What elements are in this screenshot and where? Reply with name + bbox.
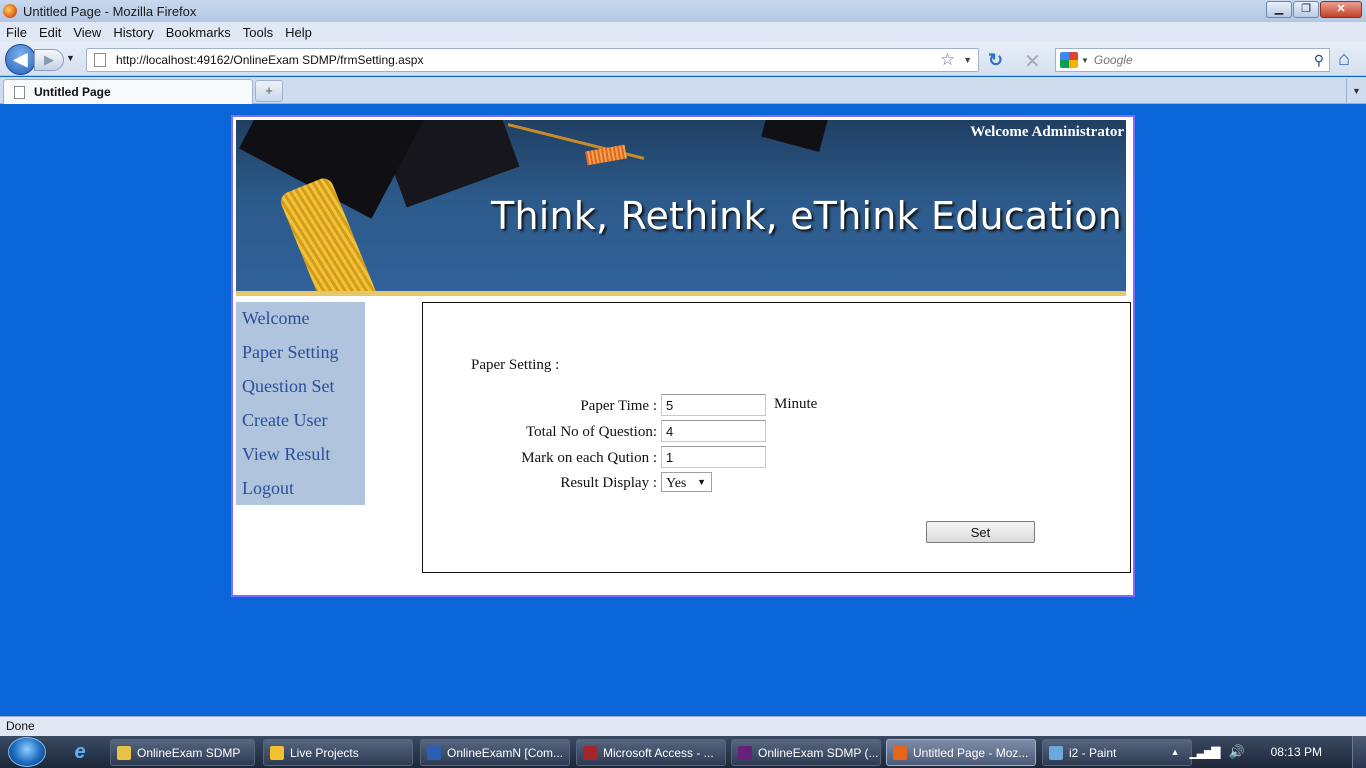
tab-untitled-page[interactable]: Untitled Page [3,79,253,104]
access-icon [583,745,597,760]
window-controls: ▁ ❐ ✕ [1266,1,1362,18]
forward-button[interactable]: ▶ [34,49,64,71]
total-questions-label: Total No of Question: [525,424,657,440]
menu-link-view-result[interactable]: View Result [236,444,365,478]
taskbar-item-label: Microsoft Access - ... [603,745,714,760]
menu-history[interactable]: History [113,25,153,40]
taskbar-item[interactable]: i2 - Paint [1042,739,1192,766]
page-icon [14,85,25,99]
list-all-tabs-icon[interactable]: ▼ [1346,79,1366,103]
status-bar: Done [0,716,1366,736]
page-container: Welcome Administrator Think, Rethink, eT… [231,115,1135,597]
minimize-button[interactable]: ▁ [1266,1,1292,18]
stop-icon[interactable]: ✕ [1024,49,1041,74]
tab-label: Untitled Page [34,85,111,99]
menu-link-logout[interactable]: Logout [236,478,365,512]
banner-divider [236,291,1126,296]
result-display-value: Yes [666,476,687,491]
page-icon [94,53,106,67]
result-display-select[interactable]: Yes ▼ [661,472,712,492]
section-title: Paper Setting : [471,357,560,373]
paper-setting-panel: Paper Setting : Paper Time : Minute Tota… [422,302,1131,573]
firefox-icon [893,745,907,760]
welcome-user-text: Welcome Administrator [970,124,1124,140]
navigation-toolbar: ◀ ▶ ▼ http://localhost:49162/OnlineExam … [0,42,1366,76]
show-desktop-button[interactable] [1352,736,1366,768]
url-dropdown-icon[interactable]: ▼ [963,55,972,65]
show-hidden-icons-icon[interactable]: ▲ [1171,747,1180,757]
result-display-label: Result Display : [560,475,657,491]
taskbar-item[interactable]: Untitled Page - Moz... [886,739,1036,766]
paper-time-label: Paper Time : [580,398,657,414]
word-icon [427,745,441,760]
taskbar-item-label: i2 - Paint [1069,745,1117,760]
taskbar-item[interactable]: Live Projects [263,739,413,766]
taskbar-item[interactable]: OnlineExam SDMP (... [731,739,881,766]
clock[interactable]: 08:13 PM [1271,745,1322,759]
google-engine-icon[interactable] [1060,52,1078,68]
taskbar-item[interactable]: Microsoft Access - ... [576,739,726,766]
paper-time-unit: Minute [774,396,818,412]
taskbar-item[interactable]: OnlineExamN [Com... [420,739,570,766]
url-text[interactable]: http://localhost:49162/OnlineExam SDMP/f… [116,53,940,67]
start-button[interactable] [8,737,46,767]
set-button[interactable]: Set [926,521,1035,543]
taskbar-item-label: OnlineExam SDMP (... [758,745,879,760]
site-tagline: Think, Rethink, eThink Education [491,194,1122,238]
paper-time-input[interactable] [661,394,766,416]
menu-tools[interactable]: Tools [243,25,273,40]
side-menu: Welcome Paper Setting Question Set Creat… [236,302,365,505]
menu-view[interactable]: View [73,25,101,40]
taskbar-item-label: Live Projects [290,745,359,760]
system-tray: ▲ ▁▃▅▇ 🔊 08:13 PM [1171,736,1366,768]
maximize-button[interactable]: ❐ [1293,1,1319,18]
search-input[interactable] [1093,53,1314,67]
menu-link-welcome[interactable]: Welcome [236,308,365,342]
reload-icon[interactable]: ↻ [988,50,1003,71]
menu-file[interactable]: File [6,25,27,40]
bookmark-star-icon[interactable]: ☆ [940,50,955,70]
chevron-down-icon: ▼ [697,477,706,487]
visual-studio-icon [738,745,752,760]
window-titlebar: Untitled Page - Mozilla Firefox ▁ ❐ ✕ [0,0,1366,22]
menu-help[interactable]: Help [285,25,312,40]
mark-label: Mark on each Qution : [521,450,657,466]
internet-explorer-icon[interactable]: e [66,741,94,764]
volume-icon[interactable]: 🔊 [1228,744,1244,760]
address-bar[interactable]: http://localhost:49162/OnlineExam SDMP/f… [86,48,979,72]
taskbar-item-label: OnlineExam SDMP [137,745,241,760]
taskbar: e OnlineExam SDMP Live Projects OnlineEx… [0,736,1366,768]
graduation-cap-graphic [761,120,831,152]
network-icon[interactable]: ▁▃▅▇ [1190,745,1221,759]
engine-dropdown-icon[interactable]: ▼ [1081,56,1089,65]
folder-icon [117,745,131,760]
firefox-icon [3,4,17,18]
history-dropdown-icon[interactable]: ▼ [66,53,75,63]
menu-link-paper-setting[interactable]: Paper Setting [236,342,365,376]
total-questions-input[interactable] [661,420,766,442]
header-banner: Welcome Administrator Think, Rethink, eT… [236,120,1126,291]
home-icon[interactable]: ⌂ [1338,48,1350,71]
menu-bar: File Edit View History Bookmarks Tools H… [0,22,1366,42]
taskbar-item[interactable]: OnlineExam SDMP [110,739,255,766]
star-icon [270,745,284,760]
taskbar-item-label: Untitled Page - Moz... [913,745,1029,760]
menu-link-create-user[interactable]: Create User [236,410,365,444]
taskbar-item-label: OnlineExamN [Com... [447,745,564,760]
menu-bookmarks[interactable]: Bookmarks [166,25,231,40]
menu-link-question-set[interactable]: Question Set [236,376,365,410]
new-tab-button[interactable]: + [255,80,283,102]
paint-icon [1049,745,1063,760]
tassel-graphic [585,144,627,166]
search-icon[interactable]: ⚲ [1314,52,1324,69]
window-title: Untitled Page - Mozilla Firefox [23,3,197,19]
close-button[interactable]: ✕ [1320,1,1362,18]
tab-strip: Untitled Page + ▼ [0,77,1366,104]
mark-input[interactable] [661,446,766,468]
search-bar[interactable]: ▼ ⚲ [1055,48,1330,72]
back-button[interactable]: ◀ [5,44,36,75]
menu-edit[interactable]: Edit [39,25,61,40]
